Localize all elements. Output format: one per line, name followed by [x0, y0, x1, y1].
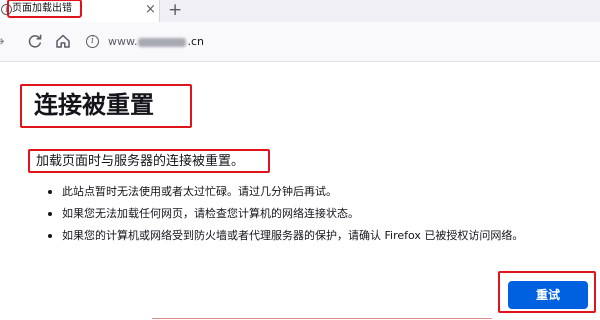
reload-icon[interactable] — [24, 30, 46, 52]
suggestion-list: 此站点暂时无法使用或者太过忙碌。请过几分钟后再试。 如果您无法加载任何网页，请检… — [48, 184, 596, 250]
home-icon[interactable] — [52, 30, 74, 52]
url-suffix: .cn — [187, 35, 205, 48]
tab-strip: i 页面加载出错 × + — [0, 0, 600, 22]
navigation-bar: → i www. .cn — [0, 22, 600, 62]
url-prefix: www. — [108, 35, 138, 48]
page-title: 连接被重置 — [34, 91, 154, 119]
url-blurred-host — [138, 37, 187, 47]
list-item: 如果您的计算机或网络受到防火墙或者代理服务器的保护，请确认 Firefox 已被… — [48, 228, 596, 250]
url-bar[interactable]: i www. .cn — [80, 29, 600, 55]
url-text[interactable]: www. .cn — [108, 34, 204, 49]
tab-title: 页面加载出错 — [12, 3, 72, 14]
close-icon[interactable]: × — [145, 2, 156, 18]
new-tab-icon[interactable]: + — [168, 0, 182, 20]
tab-active[interactable]: i 页面加载出错 × — [0, 0, 160, 22]
list-item: 此站点暂时无法使用或者太过忙碌。请过几分钟后再试。 — [48, 184, 596, 206]
forward-icon[interactable]: → — [0, 30, 14, 52]
divider — [152, 318, 492, 319]
site-info-icon[interactable]: i — [86, 35, 99, 48]
list-item: 如果您无法加载任何网页，请检查您计算机的网络连接状态。 — [48, 206, 596, 228]
retry-button[interactable]: 重试 — [508, 281, 588, 309]
error-description: 加载页面时与服务器的连接被重置。 — [36, 154, 245, 169]
